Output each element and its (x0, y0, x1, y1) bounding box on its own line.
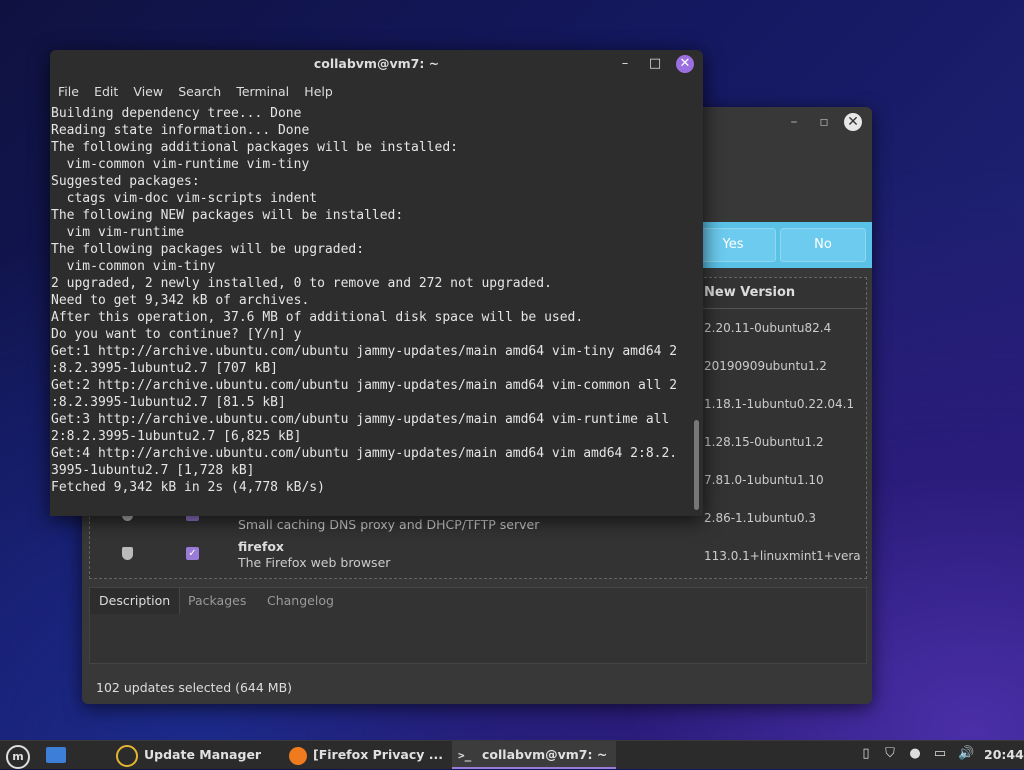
show-desktop-icon[interactable] (46, 747, 66, 763)
menu-view[interactable]: View (133, 80, 163, 104)
column-new-version[interactable]: New Version (704, 285, 795, 300)
version-cell: 1.28.15-0ubuntu1.2 (704, 435, 824, 449)
shield-icon (122, 547, 133, 560)
volume-icon[interactable]: 🔊 (958, 746, 974, 762)
user-icon[interactable]: ● (907, 746, 923, 762)
terminal-window[interactable]: collabvm@vm7: ~ – □ ✕ File Edit View Sea… (50, 50, 703, 516)
status-text: 102 updates selected (644 MB) (96, 680, 293, 695)
tab-changelog[interactable]: Changelog (258, 588, 343, 614)
maximize-button[interactable]: ▫ (815, 113, 833, 131)
scrollbar[interactable] (694, 420, 699, 510)
version-cell: 7.81.0-1ubuntu1.10 (704, 473, 824, 487)
package-description: The Firefox web browser (238, 555, 391, 570)
version-cell: 2.86-1.1ubuntu0.3 (704, 511, 816, 525)
close-button[interactable]: ✕ (844, 113, 862, 131)
checkbox-icon[interactable]: ✓ (186, 547, 199, 560)
taskbar-item-terminal[interactable]: >_ collabvm@vm7: ~ (452, 741, 616, 769)
version-cell: 113.0.1+linuxmint1+vera (704, 549, 861, 563)
details-tabs: Description Packages Changelog (89, 587, 867, 664)
minimize-button[interactable]: – (785, 113, 803, 131)
minimize-button[interactable]: – (616, 55, 634, 73)
menu-file[interactable]: File (58, 80, 79, 104)
no-button[interactable]: No (780, 228, 866, 262)
package-description: Small caching DNS proxy and DHCP/TFTP se… (238, 517, 540, 532)
menu-edit[interactable]: Edit (94, 80, 118, 104)
maximize-button[interactable]: □ (646, 55, 664, 73)
menu-search[interactable]: Search (178, 80, 221, 104)
window-title: collabvm@vm7: ~ (313, 56, 440, 71)
version-cell: 20190909ubuntu1.2 (704, 359, 827, 373)
menu-icon[interactable]: m (6, 745, 30, 769)
taskbar-item-label: [Firefox Privacy ... (313, 747, 443, 762)
update-manager-icon (116, 744, 138, 767)
taskbar-item-firefox[interactable]: [Firefox Privacy ... (285, 741, 444, 769)
close-button[interactable]: ✕ (676, 55, 694, 73)
menu-help[interactable]: Help (304, 80, 333, 104)
terminal-icon: >_ (458, 748, 472, 762)
firefox-icon (289, 746, 307, 765)
taskbar: m Update Manager [Firefox Privacy ... >_… (0, 740, 1024, 769)
menu-terminal[interactable]: Terminal (236, 80, 289, 104)
package-name[interactable]: firefox (238, 539, 284, 554)
shield-icon[interactable]: ⛉ (882, 746, 898, 762)
network-icon[interactable]: ▭ (932, 746, 948, 762)
taskbar-item-label: collabvm@vm7: ~ (482, 747, 608, 762)
clock[interactable]: 20:44 (984, 741, 1024, 769)
menu-bar: File Edit View Search Terminal Help (50, 80, 703, 104)
version-cell: 2.20.11-0ubuntu82.4 (704, 321, 832, 335)
terminal-output[interactable]: Building dependency tree... Done Reading… (51, 105, 691, 512)
version-cell: 1.18.1-1ubuntu0.22.04.1 (704, 397, 855, 411)
taskbar-item-label: Update Manager (144, 747, 262, 762)
tab-description[interactable]: Description (90, 588, 181, 614)
taskbar-item-update-manager[interactable]: Update Manager (112, 741, 276, 769)
tab-packages[interactable]: Packages (179, 588, 255, 614)
notifications-icon[interactable]: ▯ (858, 746, 874, 762)
